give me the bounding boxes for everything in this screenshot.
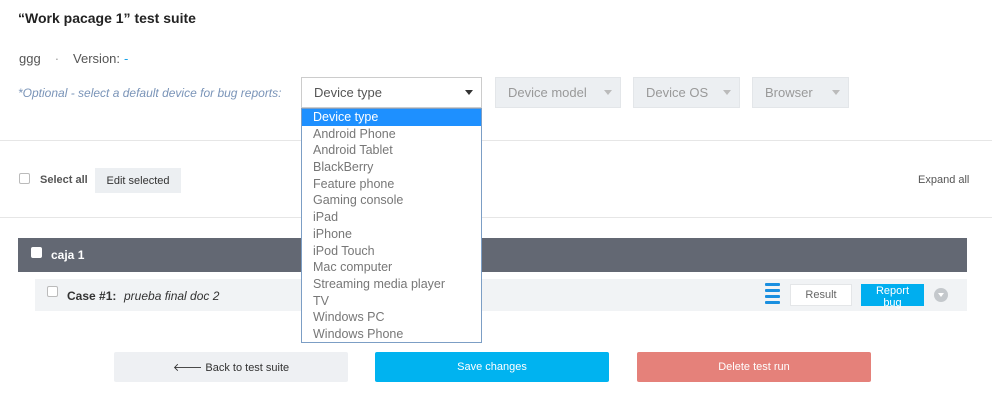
version-label: Version: <box>73 51 121 66</box>
select-all-checkbox[interactable] <box>19 173 30 184</box>
report-bug-button[interactable]: Report bug <box>861 284 924 309</box>
select-all-label[interactable]: Select all <box>40 174 88 186</box>
case-name: prueba final doc 2 <box>124 289 220 303</box>
test-group-header[interactable]: caja 1 <box>18 238 967 272</box>
result-button[interactable]: Result <box>790 284 852 306</box>
case-number: Case #1: <box>67 289 117 303</box>
device-type-dropdown[interactable]: Device type Android Phone Android Tablet… <box>301 108 482 343</box>
case-checkbox[interactable] <box>47 286 58 297</box>
dropdown-option[interactable]: Device type <box>302 109 481 126</box>
dropdown-option[interactable]: Streaming media player <box>302 276 481 293</box>
device-os-label: Device OS <box>646 85 709 100</box>
dropdown-option[interactable]: Windows PC <box>302 309 481 326</box>
page-title: “Work pacage 1” test suite <box>18 10 196 26</box>
dropdown-option[interactable]: Gaming console <box>302 192 481 209</box>
dropdown-option[interactable]: iPhone <box>302 226 481 243</box>
caret-down-icon <box>604 90 612 95</box>
caret-down-icon <box>723 90 731 95</box>
save-changes-button[interactable]: Save changes <box>375 352 609 382</box>
dropdown-option[interactable]: BlackBerry <box>302 159 481 176</box>
browser-select[interactable]: Browser <box>752 77 849 108</box>
group-label: caja 1 <box>51 248 85 262</box>
browser-label: Browser <box>765 85 813 100</box>
group-checkbox[interactable] <box>31 247 42 258</box>
list-lines-icon[interactable] <box>765 283 780 305</box>
back-to-test-suite-button[interactable]: 🡐 Back to test suite <box>114 352 348 382</box>
dropdown-option[interactable]: Android Tablet <box>302 142 481 159</box>
divider <box>0 140 992 141</box>
project-name: ggg <box>19 51 41 66</box>
caret-down-icon <box>832 90 840 95</box>
device-model-label: Device model <box>508 85 587 100</box>
back-label: Back to test suite <box>205 362 290 374</box>
dropdown-option[interactable]: TV <box>302 293 481 310</box>
arrow-left-icon: 🡐 <box>172 362 203 374</box>
dropdown-option[interactable]: iPad <box>302 209 481 226</box>
version-value[interactable]: - <box>124 51 128 66</box>
dropdown-option[interactable]: Feature phone <box>302 176 481 193</box>
expand-all-link[interactable]: Expand all <box>918 174 969 186</box>
separator-dot: · <box>54 51 60 66</box>
edit-selected-button[interactable]: Edit selected <box>95 168 181 193</box>
caret-down-icon <box>465 90 473 95</box>
divider <box>0 217 992 218</box>
dropdown-option[interactable]: Windows Phone <box>302 326 481 343</box>
suite-meta: ggg · Version: - <box>19 51 128 66</box>
optional-device-label: *Optional - select a default device for … <box>18 86 282 100</box>
delete-test-run-button[interactable]: Delete test run <box>637 352 871 382</box>
device-os-select[interactable]: Device OS <box>633 77 740 108</box>
device-type-value: Device type <box>314 85 382 100</box>
dropdown-option[interactable]: Mac computer <box>302 259 481 276</box>
dropdown-option[interactable]: Android Phone <box>302 126 481 143</box>
test-case-row[interactable]: Case #1: prueba final doc 2 Result Repor… <box>35 279 967 311</box>
chevron-down-icon[interactable] <box>934 288 948 302</box>
dropdown-option[interactable]: iPod Touch <box>302 243 481 260</box>
device-model-select[interactable]: Device model <box>495 77 621 108</box>
device-type-select[interactable]: Device type <box>301 77 482 108</box>
